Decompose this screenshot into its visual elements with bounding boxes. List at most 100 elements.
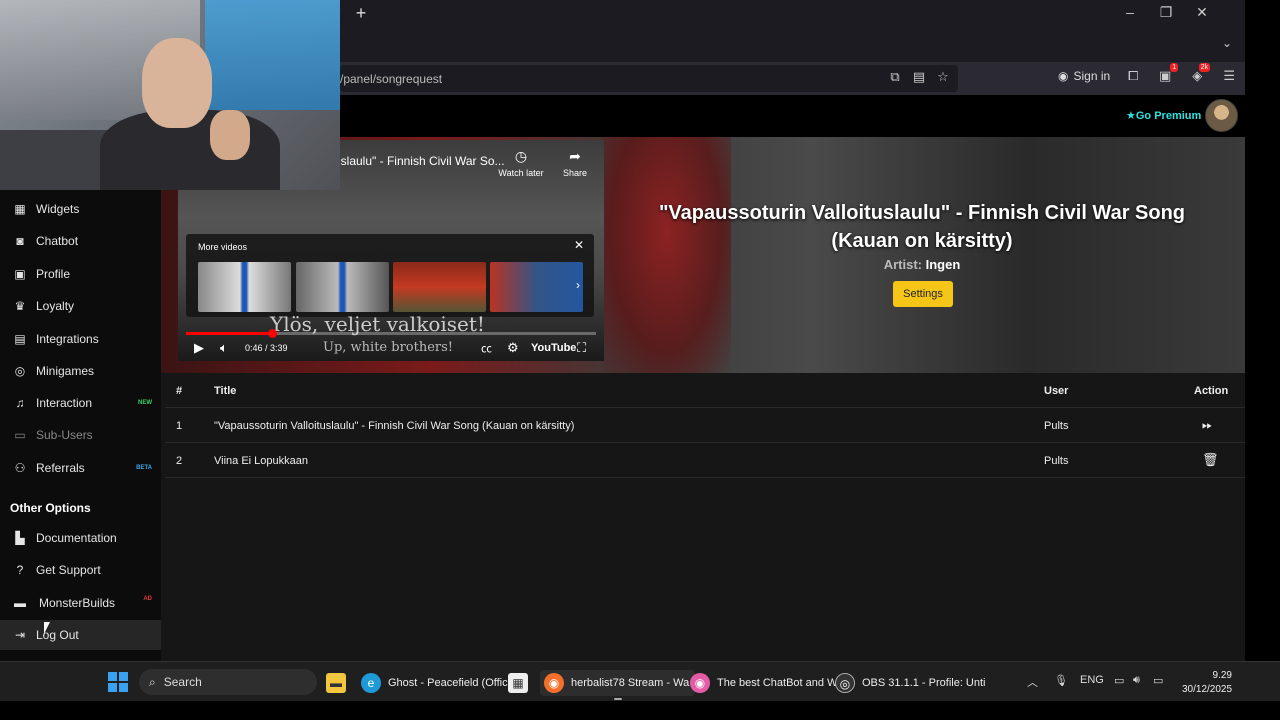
- menu-hamburger-icon[interactable]: ☰: [1220, 67, 1238, 85]
- sign-in-button[interactable]: ◉ Sign in: [1058, 69, 1110, 83]
- firefox-icon: ◉: [690, 673, 710, 693]
- network-icon[interactable]: ▭: [1114, 674, 1124, 687]
- obs-icon: ◎: [835, 673, 855, 693]
- mouse-cursor: [44, 622, 50, 634]
- sidebar-item-chatbot[interactable]: ◙ Chatbot: [0, 226, 161, 256]
- reader-view-icon[interactable]: ▤: [912, 70, 926, 84]
- sub-users-icon: ▭: [14, 428, 26, 442]
- extension-badge-icon[interactable]: ◈ 2k: [1188, 63, 1211, 85]
- col-action: Action: [1194, 385, 1229, 397]
- new-badge: NEW: [138, 400, 152, 406]
- address-bar[interactable]: /panel/songrequest ⧉ ▤ ☆: [340, 65, 958, 92]
- star-icon: ★: [1126, 110, 1136, 122]
- webcam-person-hand: [210, 110, 250, 160]
- sidebar: ▦ Widgets ◙ Chatbot ▣ Profile ♛ Loyalty ▤ Int…: [0, 137, 161, 661]
- battery-icon[interactable]: ▭: [1153, 674, 1163, 687]
- sidebar-item-referrals[interactable]: ⚇ Referrals BETA: [0, 453, 161, 483]
- taskbar-app-firefox-stream[interactable]: ◉ herbalist78 Stream - Wa: [540, 670, 696, 700]
- share-icon: ➦: [569, 148, 581, 164]
- speaker-icon[interactable]: 🔊︎: [1133, 674, 1140, 687]
- music-note-icon: ♫: [15, 396, 25, 410]
- language-indicator[interactable]: ENG: [1080, 674, 1104, 686]
- sidebar-item-log-out[interactable]: ⇥ Log Out: [0, 620, 161, 650]
- sidebar-item-minigames[interactable]: ◎ Minigames: [0, 356, 161, 386]
- chevron-up-icon[interactable]: ︿: [1027, 674, 1038, 690]
- sidebar-item-get-support[interactable]: ? Get Support: [0, 555, 161, 585]
- table-header-row: # Title User Action: [165, 373, 1245, 408]
- sidebar-item-integrations[interactable]: ▤ Integrations: [0, 324, 161, 354]
- picture-in-picture-icon[interactable]: ⧉: [888, 70, 902, 84]
- captions-icon[interactable]: ㏄: [481, 340, 492, 356]
- row-title: "Vapaussoturin Valloituslaulu" - Finnish…: [214, 420, 575, 432]
- video-title[interactable]: lslaulu" - Finnish Civil War So...: [338, 154, 505, 168]
- taskbar-app-firefox-chatbot[interactable]: ◉ The best ChatBot and W: [690, 670, 837, 696]
- subtitle-translation: Up, white brothers!: [323, 340, 454, 355]
- settings-gear-icon[interactable]: ⚙: [507, 340, 519, 356]
- bookmark-star-icon[interactable]: ☆: [936, 70, 950, 84]
- book-icon: ▙: [15, 531, 25, 545]
- skip-forward-icon[interactable]: ⏩︎: [1202, 417, 1212, 433]
- question-icon: ?: [16, 563, 24, 577]
- chevron-right-icon[interactable]: ›: [576, 278, 580, 292]
- maximize-button[interactable]: ❐: [1158, 4, 1174, 20]
- main-content: "Vapaussoturin Valloituslaulu" - Finnish…: [161, 137, 1245, 661]
- sidebar-item-interaction[interactable]: ♫ Interaction NEW: [0, 388, 161, 418]
- widgets-icon: ▦: [14, 202, 26, 216]
- clock-icon: ◷: [514, 148, 528, 164]
- beta-badge: BETA: [136, 465, 152, 471]
- gamepad-icon: ◎: [14, 364, 26, 378]
- sidebar-item-documentation[interactable]: ▙ Documentation: [0, 523, 161, 553]
- video-thumbnail[interactable]: [198, 262, 291, 312]
- sidebar-item-sub-users[interactable]: ▭ Sub-Users: [0, 420, 161, 450]
- trophy-icon: ♛: [14, 299, 26, 313]
- list-all-tabs-button[interactable]: ⌄: [1222, 36, 1232, 50]
- fullscreen-icon[interactable]: ⛶: [577, 340, 586, 356]
- taskbar-clock[interactable]: 9.29 30/12/2025: [1182, 669, 1232, 697]
- extensions-icon[interactable]: ⧠: [1124, 67, 1142, 85]
- close-icon[interactable]: ✕: [574, 238, 584, 252]
- video-thumbnail[interactable]: [296, 262, 389, 312]
- url-text: /panel/songrequest: [340, 72, 443, 86]
- progress-bar[interactable]: [186, 329, 596, 338]
- row-user: Pults: [1044, 420, 1069, 432]
- new-tab-button[interactable]: +: [352, 4, 370, 22]
- webcam-chair: [0, 130, 110, 190]
- progress-scrubber[interactable]: [268, 329, 278, 338]
- col-user: User: [1044, 385, 1069, 397]
- youtube-logo[interactable]: YouTube: [531, 342, 576, 354]
- search-icon: ⌕: [149, 674, 156, 689]
- table-row: 1 "Vapaussoturin Valloituslaulu" - Finni…: [165, 408, 1245, 443]
- close-window-button[interactable]: ✕: [1194, 4, 1210, 20]
- sidebar-item-profile[interactable]: ▣ Profile: [0, 259, 161, 289]
- video-thumbnail[interactable]: [393, 262, 486, 312]
- trash-icon[interactable]: 🗑︎: [1202, 452, 1219, 468]
- file-explorer-icon[interactable]: ▬: [326, 670, 353, 696]
- taskbar-search[interactable]: ⌕ Search: [139, 669, 317, 695]
- sidebar-item-loyalty[interactable]: ♛ Loyalty: [0, 291, 161, 321]
- hero-background-flag: [601, 137, 731, 373]
- watch-later-button[interactable]: ◷ Watch later: [496, 148, 546, 178]
- users-icon: ⚇: [14, 461, 26, 475]
- sidebar-item-widgets[interactable]: ▦ Widgets: [0, 194, 161, 224]
- screen-bottom-border: [0, 701, 1280, 720]
- video-thumbnail[interactable]: [490, 262, 583, 312]
- extension-red-icon[interactable]: ▣ 1: [1156, 63, 1179, 85]
- user-avatar[interactable]: [1205, 99, 1238, 132]
- taskbar-app-edge[interactable]: e Ghost - Peacefield (Offic: [361, 670, 508, 696]
- windows-start-button[interactable]: [108, 672, 128, 692]
- settings-button[interactable]: Settings: [893, 281, 953, 307]
- play-icon[interactable]: ▶: [194, 340, 204, 356]
- microphone-icon[interactable]: 🎙︎: [1054, 674, 1068, 687]
- row-number: 1: [176, 420, 183, 432]
- edge-icon: e: [361, 673, 381, 693]
- song-queue-table: # Title User Action 1 "Vapaussoturin Val…: [165, 373, 1245, 478]
- go-premium-link[interactable]: ★Go Premium: [1126, 109, 1201, 122]
- sidebar-item-monsterbuilds[interactable]: ▬ MonsterBuilds AD: [0, 588, 161, 618]
- volume-icon[interactable]: 🔈︎: [220, 340, 228, 356]
- robot-icon: ◙: [16, 234, 24, 248]
- microsoft-store-icon[interactable]: ▦: [508, 670, 535, 696]
- taskbar-app-obs[interactable]: ◎ OBS 31.1.1 - Profile: Unti: [835, 670, 986, 696]
- minimize-button[interactable]: –: [1122, 4, 1138, 20]
- progress-fill: [186, 332, 273, 335]
- share-button[interactable]: ➦ Share: [550, 148, 600, 178]
